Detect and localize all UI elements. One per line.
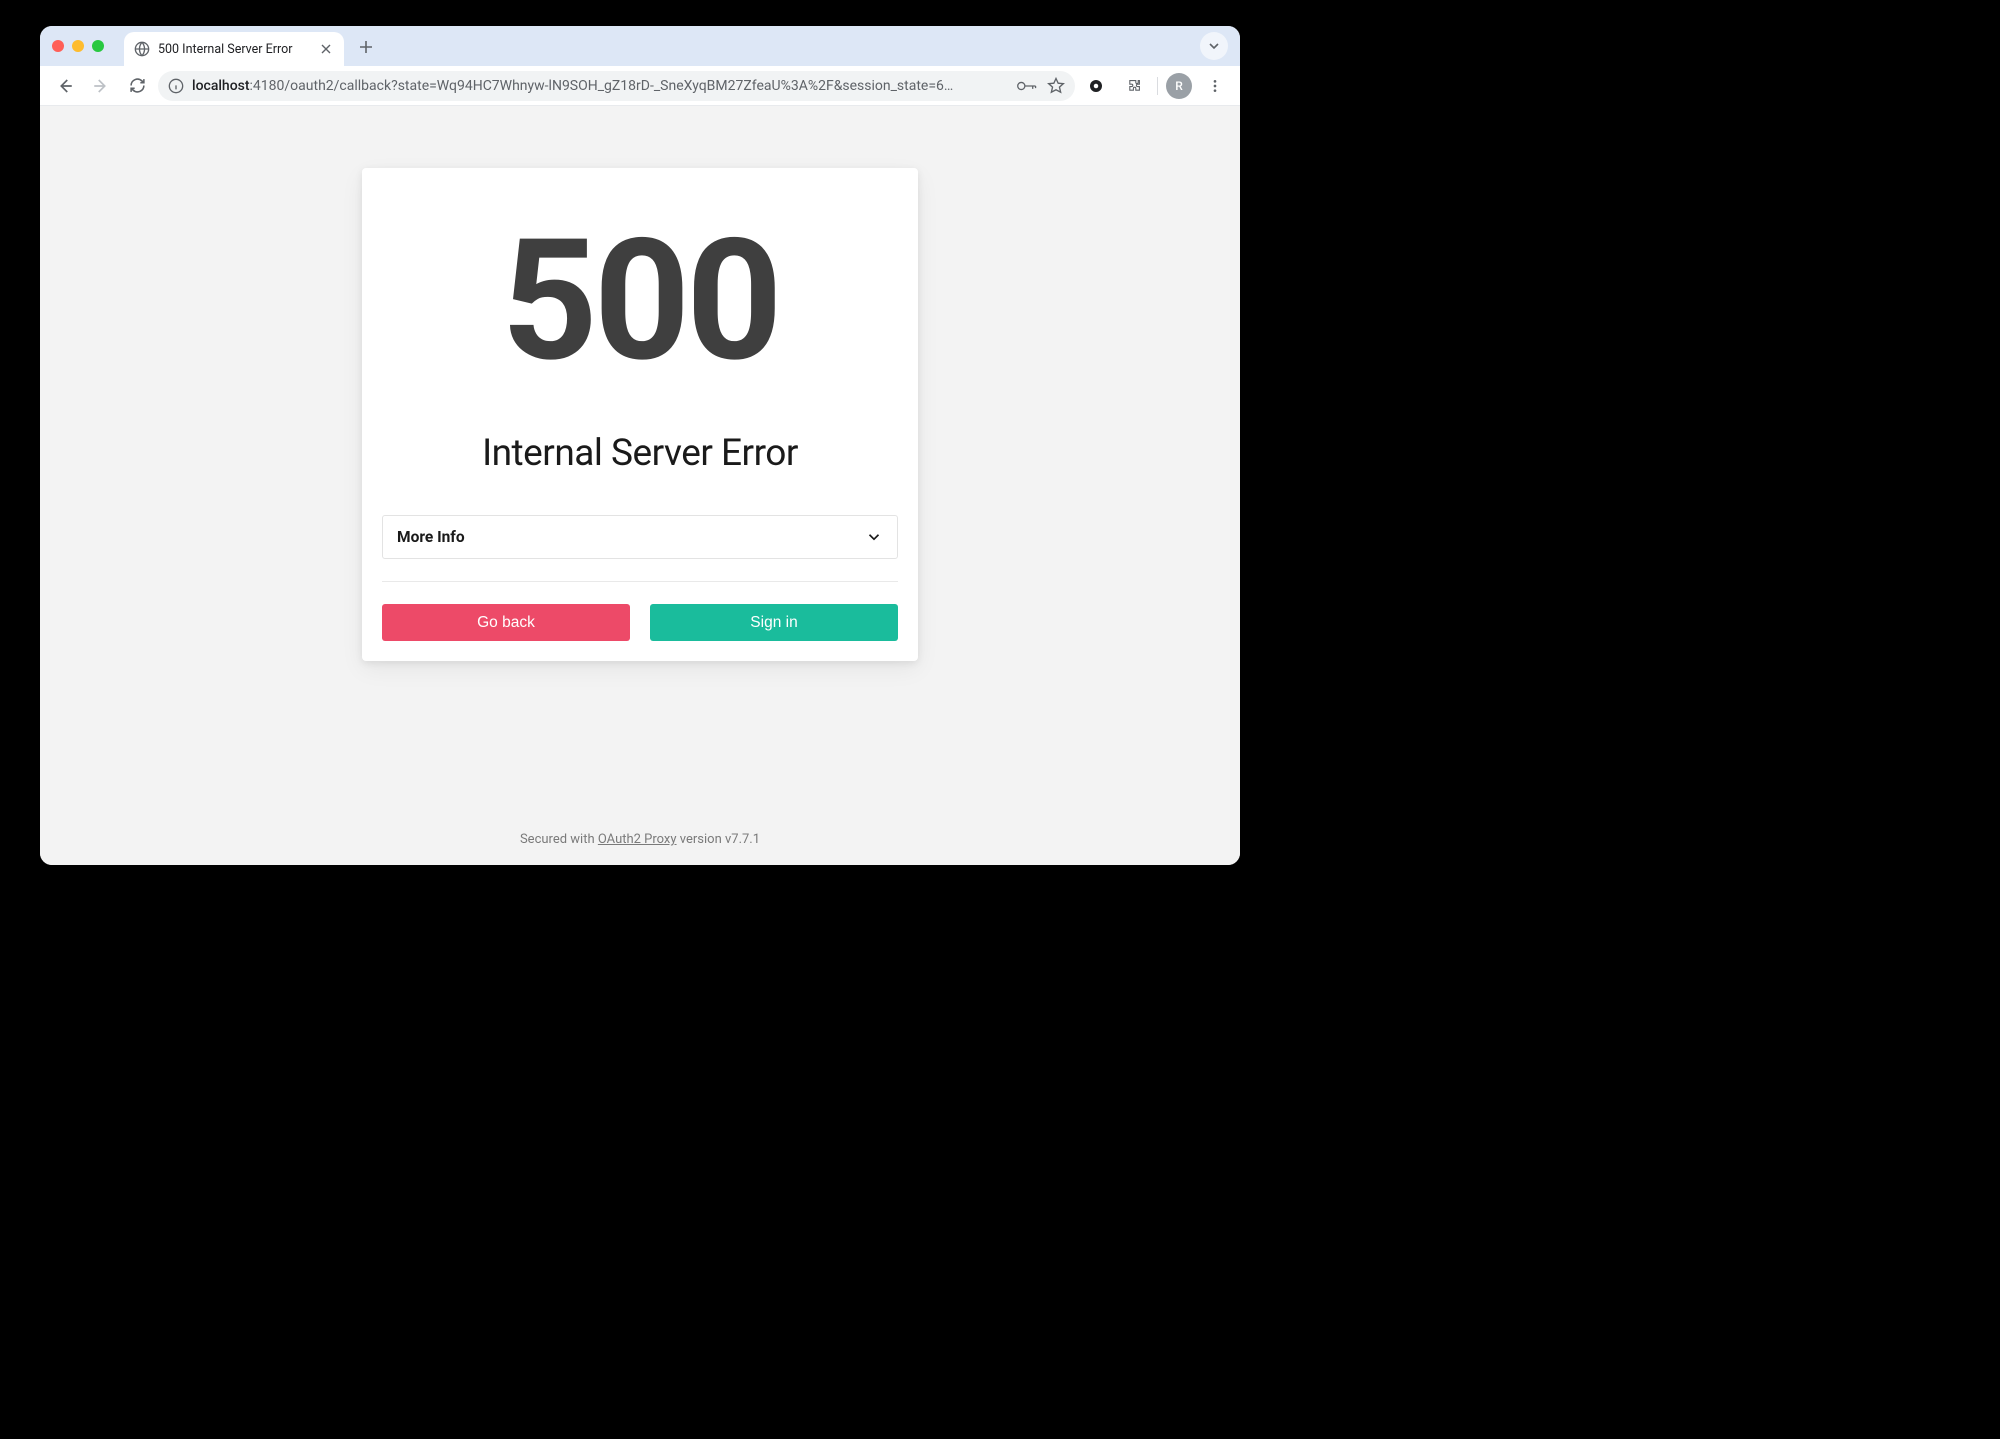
- toolbar-right: R: [1081, 71, 1230, 101]
- more-info-toggle[interactable]: More Info: [382, 515, 898, 559]
- extension-icon[interactable]: [1081, 71, 1111, 101]
- tab-title: 500 Internal Server Error: [158, 42, 310, 57]
- extensions-puzzle-icon[interactable]: [1119, 71, 1149, 101]
- close-tab-button[interactable]: [318, 41, 334, 57]
- globe-icon: [134, 41, 150, 57]
- more-info-label: More Info: [397, 528, 465, 546]
- divider: [382, 581, 898, 582]
- forward-button[interactable]: [86, 71, 116, 101]
- url-host: localhost: [192, 78, 250, 94]
- maximize-window-button[interactable]: [92, 40, 104, 52]
- footer-suffix: version v7.7.1: [677, 832, 761, 847]
- toolbar: localhost:4180/oauth2/callback?state=Wq9…: [40, 66, 1240, 106]
- password-key-icon[interactable]: [1017, 79, 1037, 93]
- url-text: localhost:4180/oauth2/callback?state=Wq9…: [192, 78, 1009, 94]
- chevron-down-icon: [865, 528, 883, 546]
- bookmark-star-icon[interactable]: [1047, 77, 1065, 95]
- footer-prefix: Secured with: [520, 832, 598, 847]
- page-content: 500 Internal Server Error More Info Go b…: [40, 106, 1240, 865]
- toolbar-divider: [1157, 77, 1158, 95]
- address-bar[interactable]: localhost:4180/oauth2/callback?state=Wq9…: [158, 71, 1075, 101]
- browser-tab[interactable]: 500 Internal Server Error: [124, 32, 344, 66]
- address-actions: [1017, 77, 1065, 95]
- reload-button[interactable]: [122, 71, 152, 101]
- minimize-window-button[interactable]: [72, 40, 84, 52]
- footer: Secured with OAuth2 Proxy version v7.7.1: [40, 832, 1240, 847]
- new-tab-button[interactable]: [352, 33, 380, 61]
- window-controls: [48, 40, 112, 52]
- sign-in-button[interactable]: Sign in: [650, 604, 898, 641]
- error-code: 500: [382, 218, 898, 386]
- url-path: :4180/oauth2/callback?state=Wq94HC7Whnyw…: [250, 78, 954, 94]
- profile-avatar[interactable]: R: [1166, 73, 1192, 99]
- error-title: Internal Server Error: [382, 432, 898, 475]
- button-row: Go back Sign in: [382, 604, 898, 641]
- tab-search-button[interactable]: [1200, 32, 1228, 60]
- avatar-letter: R: [1175, 79, 1183, 93]
- browser-window: 500 Internal Server Error localhos: [40, 26, 1240, 865]
- close-window-button[interactable]: [52, 40, 64, 52]
- go-back-button[interactable]: Go back: [382, 604, 630, 641]
- back-button[interactable]: [50, 71, 80, 101]
- site-info-icon[interactable]: [168, 78, 184, 94]
- tab-bar: 500 Internal Server Error: [40, 26, 1240, 66]
- footer-link[interactable]: OAuth2 Proxy: [598, 832, 677, 847]
- kebab-menu-icon[interactable]: [1200, 71, 1230, 101]
- error-card: 500 Internal Server Error More Info Go b…: [362, 168, 918, 661]
